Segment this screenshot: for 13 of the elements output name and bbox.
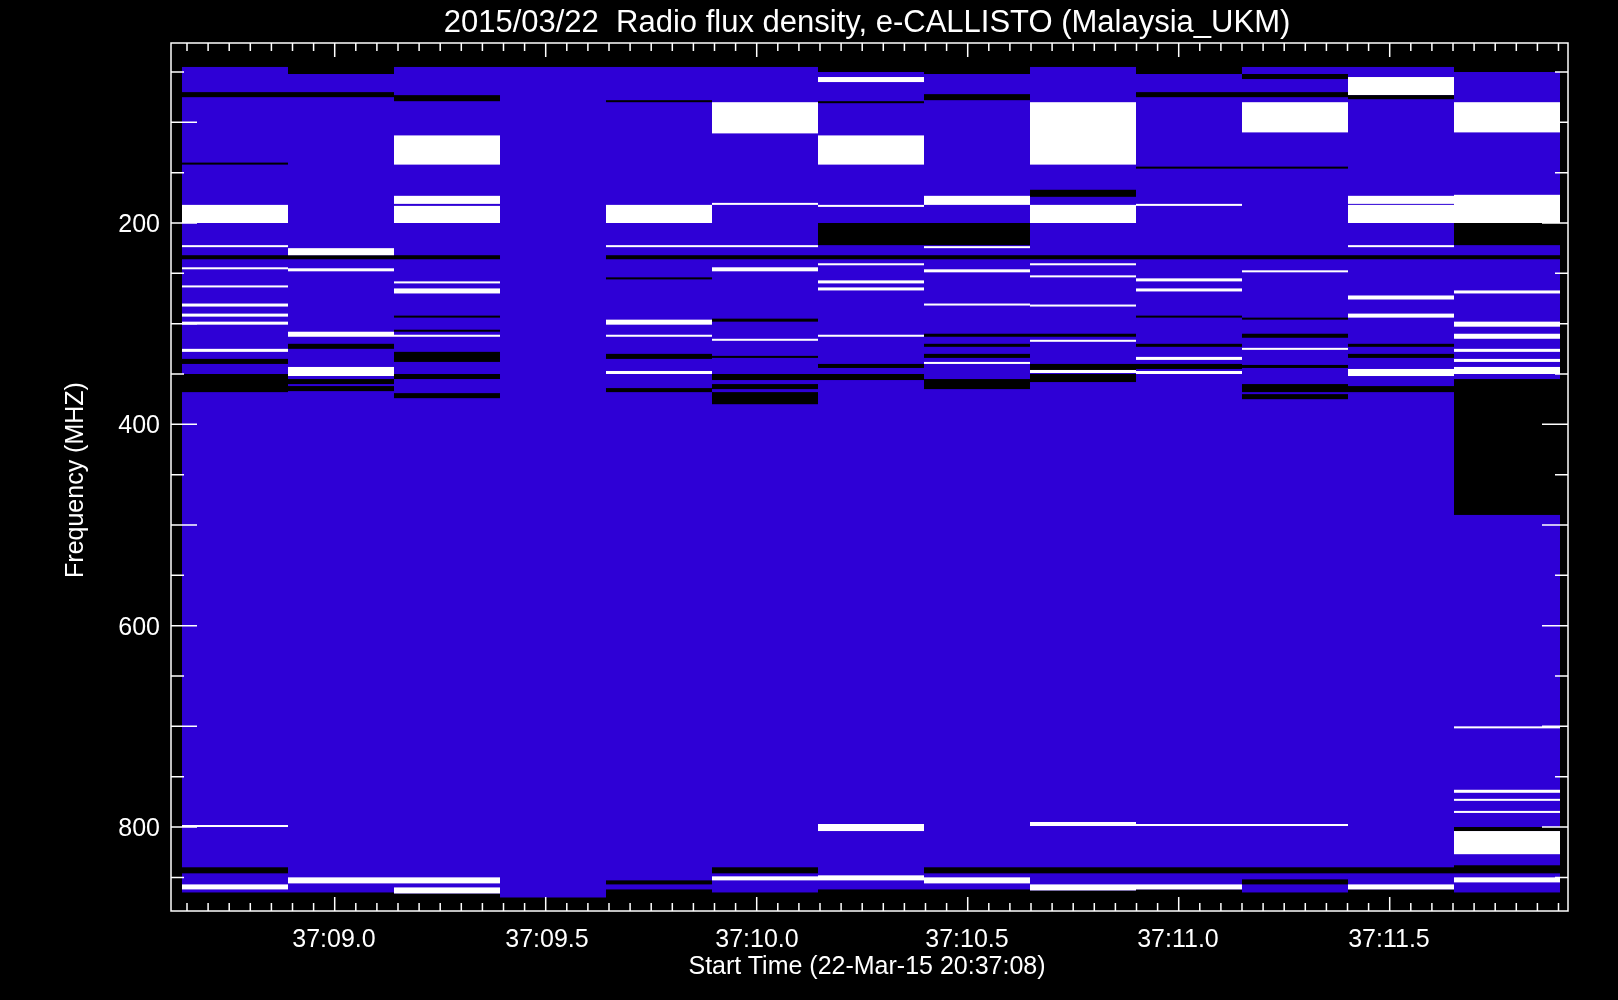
y-axis-label: Frequency (MHZ) xyxy=(60,382,88,578)
y-tick-label: 200 xyxy=(118,209,160,237)
y-tick-label: 400 xyxy=(118,410,160,439)
x-tick-label: 37:10.5 xyxy=(925,924,1009,952)
x-tick-label: 37:09.0 xyxy=(292,924,376,952)
x-axis-label: Start Time (22-Mar-15 20:37:08) xyxy=(688,951,1046,979)
x-tick-label: 37:09.5 xyxy=(505,924,589,952)
x-tick-label: 37:10.0 xyxy=(715,924,799,952)
x-tick-label: 37:11.5 xyxy=(1348,924,1430,952)
y-tick-label: 600 xyxy=(118,611,160,640)
chart-title: 2015/03/22 Radio flux density, e-CALLISTO (Malaysia_UKM) xyxy=(443,4,1291,39)
y-tick-label: 800 xyxy=(118,813,160,841)
x-tick-label: 37:11.0 xyxy=(1137,924,1219,952)
